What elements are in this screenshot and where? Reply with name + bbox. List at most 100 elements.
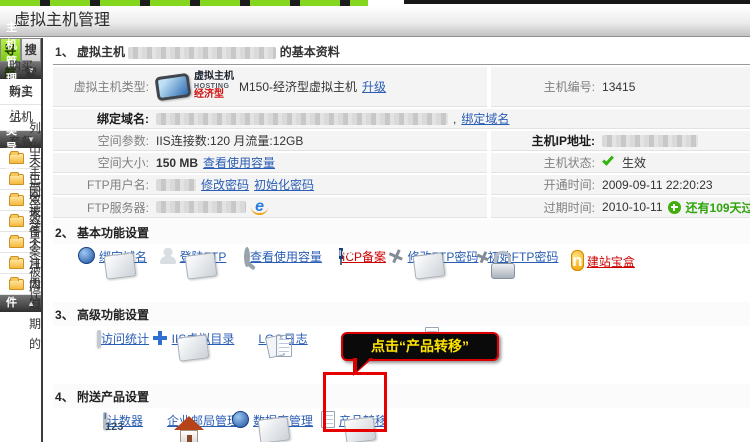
sidebar-section-folders[interactable]: 文件夹 ▲ — [0, 295, 41, 312]
expire-date-value: 2010-10-11 — [602, 200, 663, 214]
basic-tools-row: 绑定域名 登陆FTP 查看使用容量 ICP ICP备案 — [83, 244, 750, 302]
view-usage-link[interactable]: 查看使用容量 — [203, 154, 275, 171]
host-status-label: 主机状态: — [491, 154, 595, 171]
callout-bubble: 点击“产品转移” — [341, 332, 499, 361]
icp-document-icon: ICP — [340, 249, 342, 265]
sidebar: 导航 搜索 主机管理导航 ▼ 购买新主机 购买主机套餐 分类导航 ▼ 列出全部 — [0, 38, 43, 442]
callout-text: 点击“产品转移” — [371, 338, 469, 354]
host-id-value: 13415 — [595, 80, 635, 94]
redacted-ftp-server — [156, 201, 246, 213]
top-menu-strip-dark — [404, 0, 750, 4]
tool-label[interactable]: 访问统计 — [101, 330, 149, 347]
tool-enterprise-mail[interactable]: 企业邮局管理 — [163, 412, 243, 442]
counter-icon: 123 — [103, 412, 107, 430]
bind-domain-link[interactable]: 绑定域名 — [461, 110, 509, 127]
change-password-link[interactable]: 修改密码 — [201, 176, 249, 193]
folder-icon — [9, 174, 24, 185]
folder-icon — [9, 195, 24, 206]
table-row: 空间参数: IIS连接数:120 月流量:12GB 主机IP地址: — [53, 131, 750, 151]
hosting-icon-text: 虚拟主机 — [194, 72, 234, 83]
monitor-icon — [155, 72, 192, 100]
page-title: 虚拟主机管理 — [0, 6, 750, 37]
chevron-up-icon: ▲ — [27, 295, 35, 312]
host-type-label: 虚拟主机类型: — [53, 78, 149, 95]
space-size-label: 空间大小: — [53, 154, 149, 171]
bonus-tools-row: 123 计数器 企业邮局管理 数据库管理 产品转移 — [83, 408, 750, 442]
tool-view-usage[interactable]: 查看使用容量 — [243, 248, 323, 302]
ftp-user-label: FTP用户名: — [53, 176, 149, 193]
ftp-server-label: FTP服务器: — [53, 199, 149, 216]
host-ip-cell: 主机IP地址: — [491, 131, 750, 151]
internet-explorer-icon[interactable]: e — [251, 199, 268, 215]
table-row: FTP服务器: e 过期时间: 2010-10-11 还有109天过期 续费 — [53, 197, 750, 218]
hosting-icon-text: 经济型 — [194, 90, 234, 101]
virtual-host-manager-window: 虚拟主机管理 导航 搜索 主机管理导航 ▼ 购买新主机 购买主机套餐 分类导航 … — [0, 0, 750, 442]
expire-time-label: 过期时间: — [491, 199, 595, 216]
reset-password-link[interactable]: 初始化密码 — [254, 176, 314, 193]
host-info-table: 虚拟主机类型: 虚拟主机 HOSTING 经济型 M150-经济型虚拟主机 — [53, 67, 750, 218]
table-row: 虚拟主机类型: 虚拟主机 HOSTING 经济型 M150-经济型虚拟主机 — [53, 67, 750, 107]
redacted-ip — [602, 135, 698, 147]
folder-icon — [9, 237, 24, 248]
layout: 导航 搜索 主机管理导航 ▼ 购买新主机 购买主机套餐 分类导航 ▼ 列出全部 — [0, 38, 750, 442]
tool-sitebuilder-box[interactable]: n 建站宝盒 — [563, 248, 643, 302]
host-ip-label: 主机IP地址: — [491, 132, 595, 149]
sitebuilder-icon: n — [571, 250, 583, 271]
separator: , — [453, 112, 456, 126]
expire-time-cell: 过期时间: 2010-10-11 还有109天过期 续费 — [491, 197, 750, 218]
section2-title: 2、 基本功能设置 — [53, 220, 750, 244]
folder-icon — [9, 153, 24, 164]
host-type-cell: 虚拟主机类型: 虚拟主机 HOSTING 经济型 M150-经济型虚拟主机 — [53, 67, 487, 107]
open-time-cell: 开通时间: 2009-09-11 22:20:23 — [491, 175, 750, 195]
space-params-label: 空间参数: — [53, 132, 149, 149]
tool-label[interactable]: 建站宝盒 — [587, 253, 635, 270]
host-status-cell: 主机状态: 生效 — [491, 153, 750, 173]
main-content: 1、 虚拟主机 的基本资料 虚拟主机类型: 虚拟主机 HOSTING — [43, 38, 750, 442]
folder-icon — [9, 216, 24, 227]
folder-icon — [9, 258, 24, 269]
space-size-cell: 空间大小: 150 MB 查看使用容量 — [53, 153, 487, 173]
section4-title: 4、 附送产品设置 — [53, 384, 750, 408]
highlight-red-box — [323, 372, 387, 432]
tool-label[interactable]: 查看使用容量 — [250, 248, 322, 265]
host-id-label: 主机编号: — [491, 78, 595, 95]
table-row: FTP用户名: 修改密码 初始化密码 开通时间: 2009-09-11 22:2… — [53, 175, 750, 195]
check-icon — [602, 154, 614, 166]
host-id-cell: 主机编号: 13415 — [491, 67, 750, 107]
space-size-value: 150 MB — [156, 156, 198, 170]
plus-circle-icon — [668, 201, 681, 214]
monitor-stats-icon — [97, 332, 101, 346]
tool-database-manage[interactable]: 数据库管理 — [243, 412, 323, 442]
tool-log-files[interactable]: LOG日志 — [243, 330, 323, 384]
redacted-host-name — [128, 47, 276, 59]
table-row: 空间大小: 150 MB 查看使用容量 主机状态: 生效 — [53, 153, 750, 173]
redacted-ftp-user — [156, 179, 196, 191]
tool-counter[interactable]: 123 计数器 — [83, 412, 163, 442]
ftp-server-cell: FTP服务器: e — [53, 197, 487, 218]
tool-iis-virtual-dir[interactable]: IIS虚拟目录 — [163, 330, 243, 384]
host-type-value: M150-经济型虚拟主机 — [239, 78, 357, 95]
table-row: 绑定域名: , 绑定域名 — [53, 109, 750, 129]
upgrade-link[interactable]: 升级 — [362, 78, 386, 95]
open-time-value: 2009-09-11 22:20:23 — [595, 178, 713, 192]
section1-title-suffix: 的基本资料 — [280, 45, 340, 59]
section1-title-prefix: 1、 虚拟主机 — [55, 45, 125, 59]
ftp-user-cell: FTP用户名: 修改密码 初始化密码 — [53, 175, 487, 195]
days-left-notice: 还有109天过期 — [686, 199, 750, 216]
open-time-label: 开通时间: — [491, 176, 595, 193]
section3-title: 3、 高级功能设置 — [53, 302, 750, 326]
magnifier-icon — [244, 247, 250, 267]
section1-title: 1、 虚拟主机 的基本资料 — [53, 40, 750, 65]
tool-login-ftp[interactable]: 登陆FTP — [163, 248, 243, 302]
tool-init-ftp-password[interactable]: 初始FTP密码 — [483, 248, 563, 302]
sidebar-item-label: 一个月内过期的 — [29, 214, 41, 354]
host-status-value: 生效 — [622, 154, 646, 171]
bind-domain-label: 绑定域名: — [53, 110, 149, 127]
tool-change-ftp-password[interactable]: 修改FTP密码 — [403, 248, 483, 302]
callout-tail — [357, 357, 371, 371]
space-params-cell: 空间参数: IIS连接数:120 月流量:12GB — [53, 131, 487, 151]
icp-icon-text: ICP — [339, 248, 343, 259]
tool-bind-domain[interactable]: 绑定域名 — [83, 248, 163, 302]
hosting-product-icon: 虚拟主机 HOSTING 经济型 — [156, 72, 234, 100]
folder-icon — [9, 279, 24, 290]
